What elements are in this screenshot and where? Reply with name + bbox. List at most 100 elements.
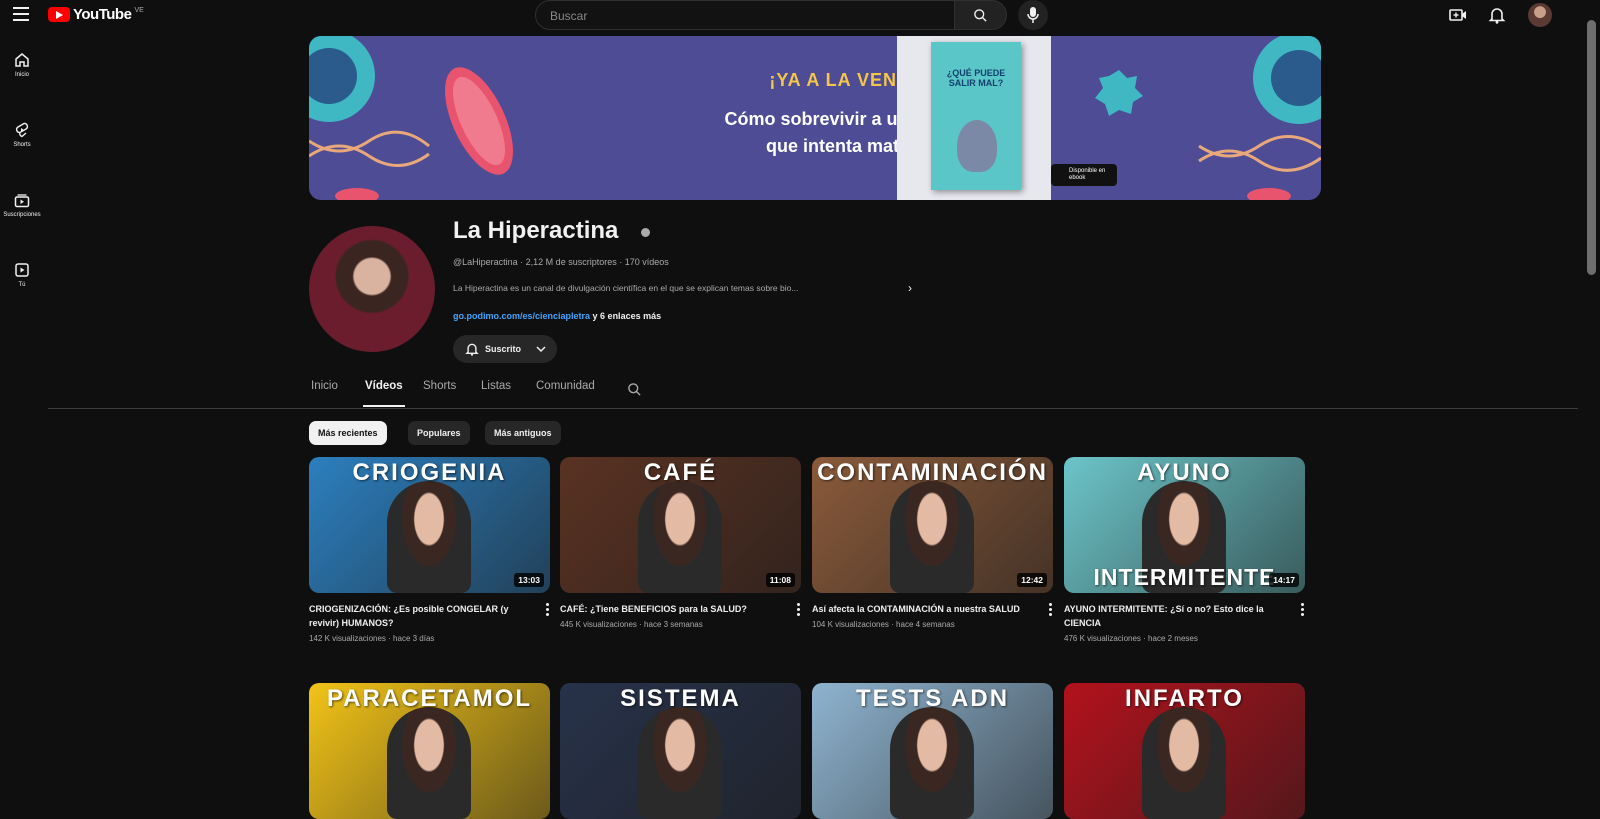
video-duration: 14:17 <box>1269 573 1299 587</box>
sidebar-item-home[interactable]: Inicio <box>0 52 44 110</box>
channel-link[interactable]: go.podimo.com/es/cienciapletra <box>453 311 590 321</box>
you-icon <box>15 263 29 277</box>
book-monster-illustration <box>957 120 997 172</box>
banner-book-panel: ¿QUÉ PUEDE SALIR MAL? <box>897 36 1051 200</box>
video-card[interactable]: CRIOGENIA 13:03 CRIOGENIZACIÓN: ¿Es posibl… <box>309 457 552 643</box>
more-options-icon[interactable] <box>1301 603 1305 618</box>
video-thumbnail[interactable]: TESTS ADN <box>812 683 1053 819</box>
video-duration: 13:03 <box>514 573 544 587</box>
more-links[interactable]: y 6 enlaces más <box>590 311 662 321</box>
search-input[interactable]: Buscar <box>535 0 955 30</box>
thumbnail-presenter-image <box>387 481 471 593</box>
thumbnail-text: PARACETAMOL <box>326 685 533 712</box>
video-duration: 12:42 <box>1017 573 1047 587</box>
video-thumbnail[interactable]: AYUNO INTERMITENTE 14:17 <box>1064 457 1305 593</box>
thumbnail-presenter-image <box>638 481 722 593</box>
filter-chip-oldest[interactable]: Más antiguos <box>485 421 561 445</box>
video-card[interactable]: CONTAMINACIÓN 12:42 Así afecta la CONTAMIN… <box>812 457 1055 629</box>
thumbnail-text: CONTAMINACIÓN <box>817 459 1048 486</box>
video-duration: 11:08 <box>765 573 795 587</box>
thumbnail-text: SISTEMA <box>620 685 741 712</box>
video-thumbnail[interactable]: CRIOGENIA 13:03 <box>309 457 550 593</box>
more-options-icon[interactable] <box>1049 603 1053 618</box>
logo-text: YouTube <box>73 6 132 23</box>
video-thumbnail[interactable]: CONTAMINACIÓN 12:42 <box>812 457 1053 593</box>
active-tab-indicator <box>363 405 405 407</box>
verified-badge-icon <box>641 228 650 237</box>
scrollbar-thumb[interactable] <box>1587 20 1596 275</box>
subscriptions-icon <box>14 194 30 208</box>
video-title[interactable]: CAFÉ: ¿Tiene BENEFICIOS para la SALUD? <box>560 602 782 616</box>
channel-meta: @LaHiperactina · 2,12 M de suscriptores … <box>453 257 669 267</box>
sidebar-item-subscriptions[interactable]: Suscripciones <box>0 192 44 250</box>
top-bar: YouTube VE Buscar <box>0 0 1600 30</box>
video-card[interactable]: TESTS ADN <box>812 683 1055 819</box>
video-card[interactable]: INFARTO <box>1064 683 1307 819</box>
search-button[interactable] <box>955 0 1007 30</box>
sidebar-item-label: Shorts <box>13 142 31 148</box>
video-title[interactable]: CRIOGENIZACIÓN: ¿Es posible CONGELAR (y … <box>309 602 531 630</box>
video-thumbnail[interactable]: CAFÉ 11:08 <box>560 457 801 593</box>
sidebar-item-label: Tú <box>18 282 26 288</box>
bell-icon <box>465 343 479 356</box>
thumbnail-presenter-image <box>387 707 471 819</box>
mini-sidebar: Inicio Shorts Suscripciones Tú <box>0 40 44 320</box>
thumbnail-presenter-image <box>638 707 722 819</box>
book-cover: ¿QUÉ PUEDE SALIR MAL? <box>931 42 1021 190</box>
account-avatar[interactable] <box>1528 3 1552 27</box>
video-meta: 142 K visualizaciones · hace 3 días <box>309 634 435 643</box>
more-options-icon[interactable] <box>546 603 550 618</box>
chevron-down-icon <box>536 346 546 353</box>
video-title[interactable]: Así afecta la CONTAMINACIÓN a nuestra SA… <box>812 602 1034 616</box>
video-meta: 476 K visualizaciones · hace 2 meses <box>1064 634 1198 643</box>
more-options-icon[interactable] <box>797 603 801 618</box>
channel-banner: ¡YA A LA VENTA! Cómo sobrevivir a un mun… <box>309 36 1321 200</box>
thumbnail-presenter-image <box>890 707 974 819</box>
tab-listas[interactable]: Listas <box>481 380 511 392</box>
thumbnail-text: TESTS ADN <box>855 685 1010 712</box>
create-video-icon[interactable] <box>1449 6 1467 24</box>
youtube-logo-mark <box>48 7 70 22</box>
channel-links: go.podimo.com/es/cienciapletra y 6 enlac… <box>453 311 661 321</box>
microphone-icon <box>1027 7 1039 23</box>
thumbnail-text: INFARTO <box>1125 685 1244 712</box>
sidebar-item-shorts[interactable]: Shorts <box>0 122 44 180</box>
filter-chip-popular[interactable]: Populares <box>408 421 470 445</box>
video-card[interactable]: SISTEMA <box>560 683 803 819</box>
tab-inicio[interactable]: Inicio <box>311 380 338 392</box>
youtube-logo[interactable]: YouTube VE <box>48 6 144 23</box>
subscribed-label: Suscrito <box>485 344 522 354</box>
thumbnail-text: CAFÉ <box>643 459 718 486</box>
subscribed-button[interactable]: Suscrito <box>453 335 557 363</box>
book-title: ¿QUÉ PUEDE SALIR MAL? <box>946 68 1006 88</box>
tab-shorts[interactable]: Shorts <box>423 380 456 392</box>
video-meta: 445 K visualizaciones · hace 3 semanas <box>560 620 703 629</box>
channel-search-icon[interactable] <box>627 382 642 402</box>
video-card[interactable]: AYUNO INTERMITENTE 14:17 AYUNO INTERMITENTE… <box>1064 457 1307 643</box>
sidebar-item-you[interactable]: Tú <box>0 262 44 320</box>
channel-name: La Hiperactina <box>453 217 619 244</box>
video-thumbnail[interactable]: SISTEMA <box>560 683 801 819</box>
video-card[interactable]: CAFÉ 11:08 CAFÉ: ¿Tiene BENEFICIOS para la… <box>560 457 803 629</box>
video-thumbnail[interactable]: INFARTO <box>1064 683 1305 819</box>
ebook-tag: Disponible en ebook <box>1051 164 1117 186</box>
video-thumbnail[interactable]: PARACETAMOL <box>309 683 550 819</box>
tab-comunidad[interactable]: Comunidad <box>536 380 595 392</box>
notifications-bell-icon[interactable] <box>1488 6 1506 24</box>
thumbnail-text: AYUNO <box>1137 459 1232 486</box>
voice-search-button[interactable] <box>1018 0 1048 30</box>
sidebar-item-label: Suscripciones <box>3 212 41 218</box>
menu-icon[interactable] <box>13 7 29 21</box>
video-card[interactable]: PARACETAMOL <box>309 683 552 819</box>
video-title[interactable]: AYUNO INTERMITENTE: ¿Sí o no? Esto dice … <box>1064 602 1286 630</box>
chevron-right-icon[interactable]: › <box>908 281 912 295</box>
thumbnail-presenter-image <box>890 481 974 593</box>
channel-avatar <box>309 226 435 352</box>
shorts-icon <box>15 122 29 138</box>
video-meta: 104 K visualizaciones · hace 4 semanas <box>812 620 955 629</box>
filter-chip-recent[interactable]: Más recientes <box>309 421 387 445</box>
tab-videos[interactable]: Vídeos <box>365 380 403 392</box>
logo-country-code: VE <box>134 6 144 14</box>
home-icon <box>15 53 29 67</box>
channel-description[interactable]: La Hiperactina es un canal de divulgació… <box>453 283 798 293</box>
